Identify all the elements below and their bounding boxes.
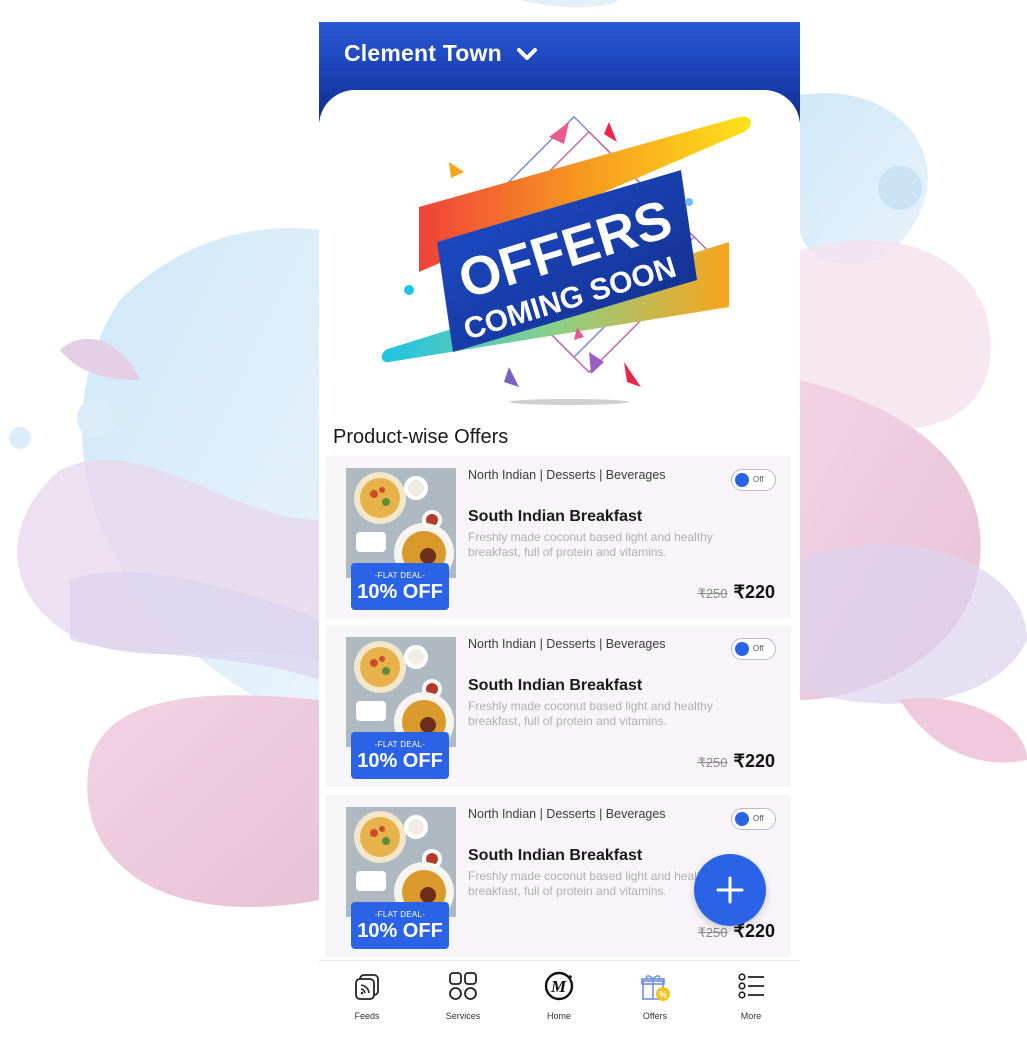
deal-value: 10% OFF xyxy=(357,750,443,772)
nav-item-feeds[interactable]: Feeds xyxy=(319,961,415,1032)
offer-card[interactable]: -FLAT DEAL- 10% OFF North Indian | Desse… xyxy=(325,456,791,618)
location-label: Clement Town xyxy=(344,40,502,66)
offer-toggle[interactable]: Off xyxy=(731,638,776,660)
offer-toggle[interactable]: Off xyxy=(731,808,776,830)
svg-text:M: M xyxy=(550,977,567,996)
deal-label: -FLAT DEAL- xyxy=(374,740,426,749)
product-description: Freshly made coconut based light and hea… xyxy=(468,699,713,728)
more-list-icon xyxy=(738,973,764,999)
nav-item-more[interactable]: More xyxy=(703,961,799,1032)
home-logo-icon: M xyxy=(544,971,574,1001)
deal-badge: -FLAT DEAL- 10% OFF xyxy=(351,732,449,779)
plus-icon xyxy=(716,876,744,904)
svg-text:%: % xyxy=(659,990,667,1000)
deal-badge: -FLAT DEAL- 10% OFF xyxy=(351,563,449,610)
nav-item-services[interactable]: Services xyxy=(415,961,511,1032)
category-tags: North Indian | Desserts | Beverages xyxy=(468,807,666,821)
nav-label: More xyxy=(740,1011,762,1021)
chevron-down-icon xyxy=(516,47,537,60)
toggle-state: Off xyxy=(753,644,764,653)
offers-gift-icon: % xyxy=(641,975,670,1001)
nav-label: Feeds xyxy=(354,1011,380,1021)
deal-value: 10% OFF xyxy=(357,920,443,942)
deal-label: -FLAT DEAL- xyxy=(374,910,426,919)
toggle-knob xyxy=(735,473,749,487)
feeds-icon xyxy=(355,974,379,1000)
product-image xyxy=(346,637,456,747)
product-image xyxy=(346,807,456,917)
offers-coming-soon-banner: OFFERS COMING SOON xyxy=(381,115,751,405)
product-name: South Indian Breakfast xyxy=(468,847,643,864)
price: ₹250 ₹220 xyxy=(698,751,775,772)
old-price: ₹250 xyxy=(697,755,728,770)
nav-item-offers[interactable]: % Offers xyxy=(607,961,703,1032)
toggle-knob xyxy=(735,642,749,656)
services-grid-icon xyxy=(449,972,477,1000)
nav-label: Home xyxy=(546,1011,571,1021)
new-price: ₹220 xyxy=(733,582,775,602)
bottom-nav: Feeds Services M Home % Offers More xyxy=(319,960,800,1032)
deal-value: 10% OFF xyxy=(357,581,443,603)
deal-label: -FLAT DEAL- xyxy=(374,571,426,580)
product-name: South Indian Breakfast xyxy=(468,677,643,694)
category-tags: North Indian | Desserts | Beverages xyxy=(468,637,666,651)
toggle-knob xyxy=(735,812,749,826)
section-title: Product-wise Offers xyxy=(333,426,509,448)
toggle-state: Off xyxy=(753,475,764,484)
location-selector[interactable]: Clement Town xyxy=(344,40,538,67)
new-price: ₹220 xyxy=(733,751,775,771)
nav-item-home[interactable]: M Home xyxy=(511,961,607,1032)
old-price: ₹250 xyxy=(697,586,728,601)
toggle-state: Off xyxy=(753,814,764,823)
app-screen: Clement Town OFFERS COMING SOON Product-… xyxy=(319,22,800,1032)
product-description: Freshly made coconut based light and hea… xyxy=(468,530,713,559)
price: ₹250 ₹220 xyxy=(698,582,775,603)
deal-badge: -FLAT DEAL- 10% OFF xyxy=(351,902,449,949)
product-name: South Indian Breakfast xyxy=(468,508,643,525)
offer-card[interactable]: -FLAT DEAL- 10% OFF North Indian | Desse… xyxy=(325,625,791,787)
category-tags: North Indian | Desserts | Beverages xyxy=(468,468,666,482)
nav-label: Offers xyxy=(642,1011,668,1021)
offer-toggle[interactable]: Off xyxy=(731,469,776,491)
nav-label: Services xyxy=(445,1011,481,1021)
product-image xyxy=(346,468,456,578)
add-offer-button[interactable] xyxy=(694,854,766,926)
old-price: ₹250 xyxy=(697,925,728,940)
